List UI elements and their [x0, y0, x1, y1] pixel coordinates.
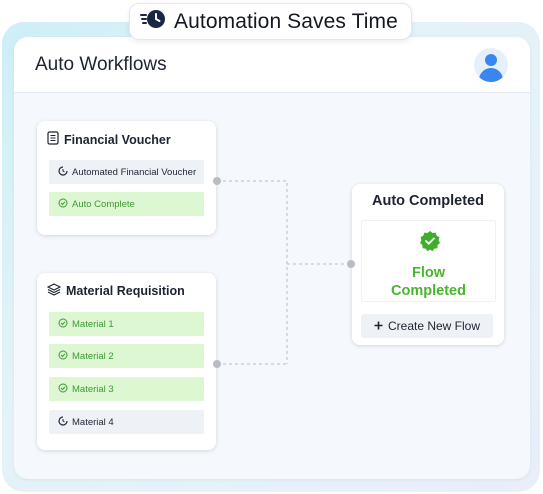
connector-node — [213, 360, 221, 368]
pending-clock-icon — [58, 165, 68, 179]
check-circle-icon — [58, 198, 68, 211]
card-title-label: Financial Voucher — [64, 132, 171, 147]
connector-node — [347, 260, 355, 268]
list-item[interactable]: Material 3 — [49, 377, 204, 401]
check-circle-icon — [58, 350, 68, 363]
material-requisition-card[interactable]: Material Requisition Material 1 Material… — [37, 273, 216, 450]
list-item[interactable]: Material 2 — [49, 344, 204, 368]
material-requisition-title: Material Requisition — [46, 283, 185, 299]
auto-completed-card[interactable]: Auto Completed Flow Completed Create New… — [352, 184, 504, 345]
list-item-label: Auto Complete — [72, 198, 135, 210]
auto-completed-title: Auto Completed — [372, 193, 484, 209]
list-item-label: Material 3 — [72, 383, 114, 395]
create-new-flow-button[interactable]: Create New Flow — [361, 314, 493, 338]
list-item-label: Material 4 — [72, 416, 114, 428]
list-item-label: Automated Financial Voucher — [72, 166, 197, 178]
verified-badge-icon — [419, 230, 441, 257]
button-label: Create New Flow — [387, 319, 481, 333]
list-item[interactable]: Auto Complete — [49, 192, 204, 216]
list-item[interactable]: Material 1 — [49, 312, 204, 336]
list-item[interactable]: Automated Financial Voucher — [49, 160, 204, 184]
list-item-label: Material 2 — [72, 350, 114, 362]
document-icon — [47, 131, 59, 148]
plus-icon — [374, 319, 383, 333]
card-title-label: Material Requisition — [66, 284, 185, 298]
layers-icon — [46, 283, 62, 299]
check-circle-icon — [58, 383, 68, 396]
flow-status-text: Flow Completed — [362, 264, 495, 300]
check-circle-icon — [58, 318, 68, 331]
pending-clock-icon — [58, 415, 68, 429]
connector-node — [213, 177, 221, 185]
list-item[interactable]: Material 4 — [49, 410, 204, 434]
flow-status-line: Flow — [411, 265, 446, 281]
financial-voucher-title: Financial Voucher — [47, 131, 171, 148]
flow-status-line: Completed — [391, 283, 466, 299]
flow-status-box: Flow Completed — [361, 220, 496, 302]
financial-voucher-card[interactable]: Financial Voucher Automated Financial Vo… — [37, 121, 216, 235]
list-item-label: Material 1 — [72, 318, 114, 330]
